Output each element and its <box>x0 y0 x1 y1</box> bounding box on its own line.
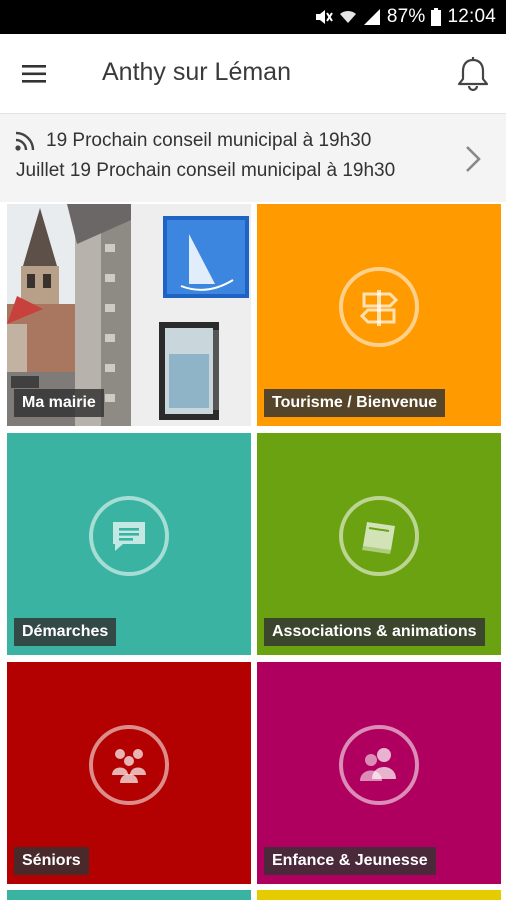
tile-label: Enfance & Jeunesse <box>264 847 436 875</box>
tile-tourisme[interactable]: Tourisme / Bienvenue <box>257 204 501 426</box>
battery-icon <box>431 8 442 26</box>
signal-icon <box>363 8 381 26</box>
group-icon <box>89 725 169 805</box>
battery-percent: 87% <box>386 6 426 27</box>
tile-label: Séniors <box>14 847 89 875</box>
tile-label: Démarches <box>14 618 117 646</box>
news-line-1: 19 Prochain conseil municipal à 19h30 <box>46 130 372 151</box>
news-line-2: Juillet 19 Prochain conseil municipal à … <box>16 160 396 181</box>
people-icon <box>339 725 419 805</box>
signpost-icon <box>339 267 419 347</box>
news-banner[interactable]: 19 Prochain conseil municipal à 19h30 Ju… <box>0 114 506 202</box>
notification-bell-icon[interactable] <box>456 56 490 92</box>
tile-label: Associations & animations <box>264 618 485 646</box>
clock: 12:04 <box>447 6 496 27</box>
hamburger-menu-icon[interactable] <box>20 62 48 86</box>
tile-demarches[interactable]: Démarches <box>7 433 251 655</box>
tile-seniors[interactable]: Séniors <box>7 662 251 884</box>
tile-ma-mairie[interactable]: Ma mairie <box>7 204 251 426</box>
tile-enfance[interactable]: Enfance & Jeunesse <box>257 662 501 884</box>
message-icon <box>89 496 169 576</box>
tile-next-left[interactable] <box>7 890 251 900</box>
tile-associations[interactable]: Associations & animations <box>257 433 501 655</box>
tile-label: Tourisme / Bienvenue <box>264 389 446 417</box>
app-bar: Anthy sur Léman <box>0 34 506 114</box>
rss-icon <box>14 130 36 157</box>
tile-label: Ma mairie <box>14 389 104 417</box>
book-icon <box>339 496 419 576</box>
status-bar: 87% 12:04 <box>0 0 506 34</box>
tile-next-right[interactable] <box>257 890 501 900</box>
page-title: Anthy sur Léman <box>102 58 291 86</box>
chevron-right-icon[interactable] <box>462 144 484 179</box>
mute-icon <box>313 8 333 26</box>
wifi-icon <box>339 9 357 25</box>
